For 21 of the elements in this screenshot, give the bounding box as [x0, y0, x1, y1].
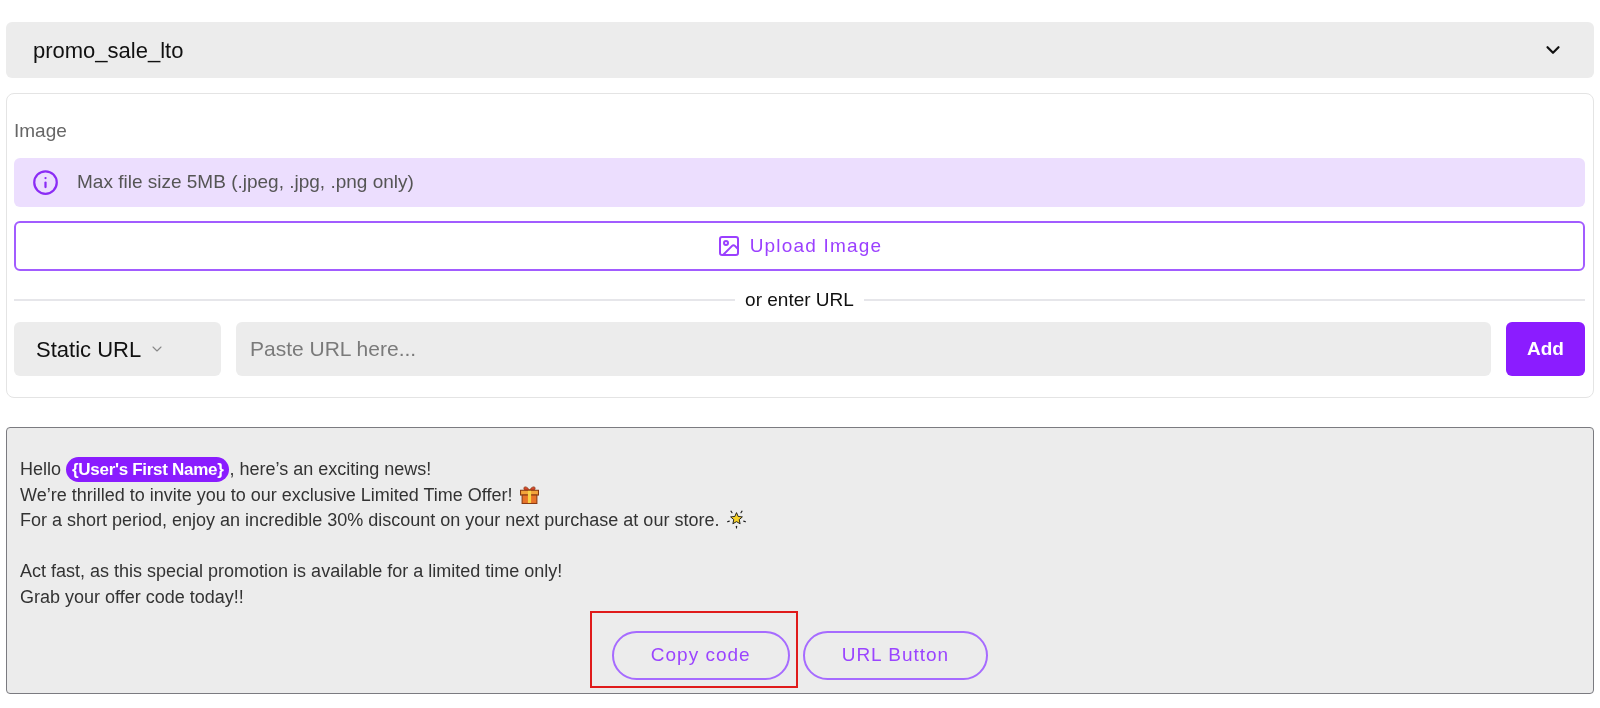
gift-icon	[519, 484, 539, 504]
message-text: Hello	[20, 459, 62, 479]
add-button[interactable]: Add	[1506, 322, 1585, 376]
pill-button[interactable]: Copy code	[611, 631, 790, 680]
starburst-icon	[727, 510, 747, 529]
divider-label: or enter URL	[745, 289, 854, 311]
pill-button[interactable]: URL Button	[802, 631, 989, 680]
message-text: Grab your offer code today!!	[20, 586, 244, 607]
url-type-dropdown[interactable]: Static URL	[14, 322, 221, 376]
message-text: We’re thrilled to invite you to our exclusive Limited Time Offer!	[20, 484, 513, 505]
message-text: Act fast, as this special promotion is available for a limited time only!	[20, 561, 563, 581]
info-text: Max file size 5MB (.jpeg, .jpg, .png only)	[77, 170, 414, 195]
section-label: Image	[14, 120, 68, 142]
url-input[interactable]: Paste URL here...	[236, 322, 1491, 376]
template-dropdown[interactable]: promo_sale_lto	[6, 22, 1594, 78]
image-icon	[716, 234, 741, 258]
upload-image-button[interactable]: Upload Image	[14, 221, 1585, 271]
variable-tag: {User's First Name}	[66, 457, 230, 482]
message-text: , here’s an exciting news!	[229, 459, 432, 479]
info-icon	[32, 169, 59, 196]
message-text: For a short period, enjoy an incredible 30% discount on your next purchase at our store.	[20, 510, 720, 530]
